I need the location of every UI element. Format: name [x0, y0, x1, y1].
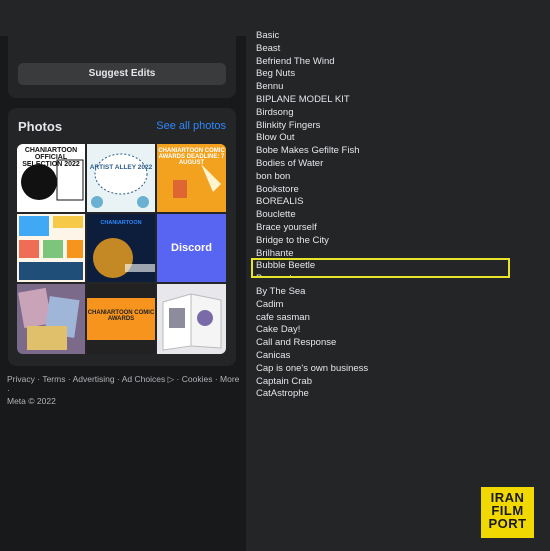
separator: · [7, 385, 10, 395]
footer-more-link[interactable]: More [220, 374, 239, 384]
photo-caption: CHANIARTOON [100, 220, 142, 226]
photo-thumb[interactable]: Discord [157, 214, 226, 282]
footer-links: Privacy · Terms · Advertising · Ad Choic… [7, 374, 243, 407]
list-item[interactable]: Cadim [256, 299, 368, 312]
list-item[interactable]: Blinkity Fingers [256, 120, 368, 133]
photo-thumb[interactable]: CHANIARTOON COMIC AWARDS [87, 284, 155, 354]
photo-thumb[interactable] [17, 214, 85, 282]
list-item[interactable]: Captain Crab [256, 376, 368, 389]
list-item[interactable]: bon bon [256, 171, 368, 184]
photo-caption: CHANIARTOON COMIC AWARDS DEADLINE: 7 AUG… [158, 148, 225, 166]
footer-terms-link[interactable]: Terms [42, 374, 65, 384]
list-item[interactable]: Canicas [256, 350, 368, 363]
separator: · [117, 374, 120, 384]
list-item[interactable]: Call and Response [256, 337, 368, 350]
suggest-edits-card: Suggest Edits [8, 36, 236, 98]
film-title-list: Basic Beast Befriend The Wind Beg Nuts Bennu… [256, 30, 368, 401]
photo-thumb[interactable] [17, 284, 85, 354]
highlight-box [251, 258, 510, 278]
list-item[interactable]: Blow Out [256, 132, 368, 145]
list-item[interactable]: Cake Day! [256, 324, 368, 337]
separator: · [176, 374, 180, 384]
comic-pages-image [18, 287, 80, 350]
footer-copyright: Meta © 2022 [7, 396, 56, 406]
photo-thumb[interactable]: CHANIARTOON [87, 214, 155, 282]
list-item[interactable]: Befriend The Wind [256, 56, 368, 69]
photos-card: Photos See all photos CHANIARTOON OFFICI… [8, 108, 236, 366]
photo-grid: CHANIARTOON OFFICIAL SELECTION 2022 ARTI… [17, 144, 226, 354]
see-all-photos-link[interactable]: See all photos [156, 120, 226, 132]
list-item[interactable]: Beast [256, 43, 368, 56]
list-item[interactable]: By The Sea [256, 286, 368, 299]
discord-logo-text: Discord [171, 242, 212, 254]
photo-thumb[interactable]: CHANIARTOON OFFICIAL SELECTION 2022 [17, 144, 85, 212]
photo-thumb[interactable]: CHANIARTOON COMIC AWARDS DEADLINE: 7 AUG… [157, 144, 226, 212]
photo-caption: ARTIST ALLEY 2022 [89, 164, 153, 171]
footer-cookies-link[interactable]: Cookies [182, 374, 213, 384]
list-item[interactable]: Bobe Makes Gefilte Fish [256, 145, 368, 158]
photos-title: Photos [18, 119, 63, 134]
photo-thumb[interactable]: ARTIST ALLEY 2022 [87, 144, 155, 212]
artist-alley-poster [91, 153, 149, 208]
logo-line-3: PORT [488, 516, 527, 531]
list-item[interactable]: Bodies of Water [256, 158, 368, 171]
list-item[interactable]: BIPLANE MODEL KIT [256, 94, 368, 107]
list-item[interactable]: Bridge to the City [256, 235, 368, 248]
list-item[interactable]: Brace yourself [256, 222, 368, 235]
footer-advertising-link[interactable]: Advertising [73, 374, 115, 384]
footer-privacy-link[interactable]: Privacy [7, 374, 35, 384]
list-item[interactable]: Bennu [256, 81, 368, 94]
list-item[interactable]: Basic [256, 30, 368, 43]
photo-caption: CHANIARTOON OFFICIAL SELECTION 2022 [22, 147, 80, 168]
separator: · [67, 374, 71, 384]
list-item[interactable]: BOREALIS [256, 196, 368, 209]
iran-film-port-logo: IRAN FILM PORT [481, 487, 534, 538]
list-item[interactable]: Bouclette [256, 209, 368, 222]
list-item[interactable]: Beg Nuts [256, 68, 368, 81]
photo-caption: CHANIARTOON COMIC AWARDS [87, 310, 155, 322]
list-item[interactable]: CatAstrophe [256, 388, 368, 401]
list-item[interactable]: cafe sasman [256, 312, 368, 325]
footer-ad-choices-link[interactable]: Ad Choices ▷ [122, 374, 174, 384]
list-item[interactable]: Bookstore [256, 184, 368, 197]
collage-image [19, 216, 83, 280]
photo-thumb[interactable] [157, 284, 226, 354]
list-item[interactable]: Birdsong [256, 107, 368, 120]
list-overlap-mask [256, 278, 356, 287]
suggest-edits-button[interactable]: Suggest Edits [18, 63, 226, 85]
separator: · [37, 374, 41, 384]
list-item[interactable]: Cap is one's own business [256, 363, 368, 376]
open-book-image [162, 293, 222, 351]
separator: · [214, 374, 218, 384]
